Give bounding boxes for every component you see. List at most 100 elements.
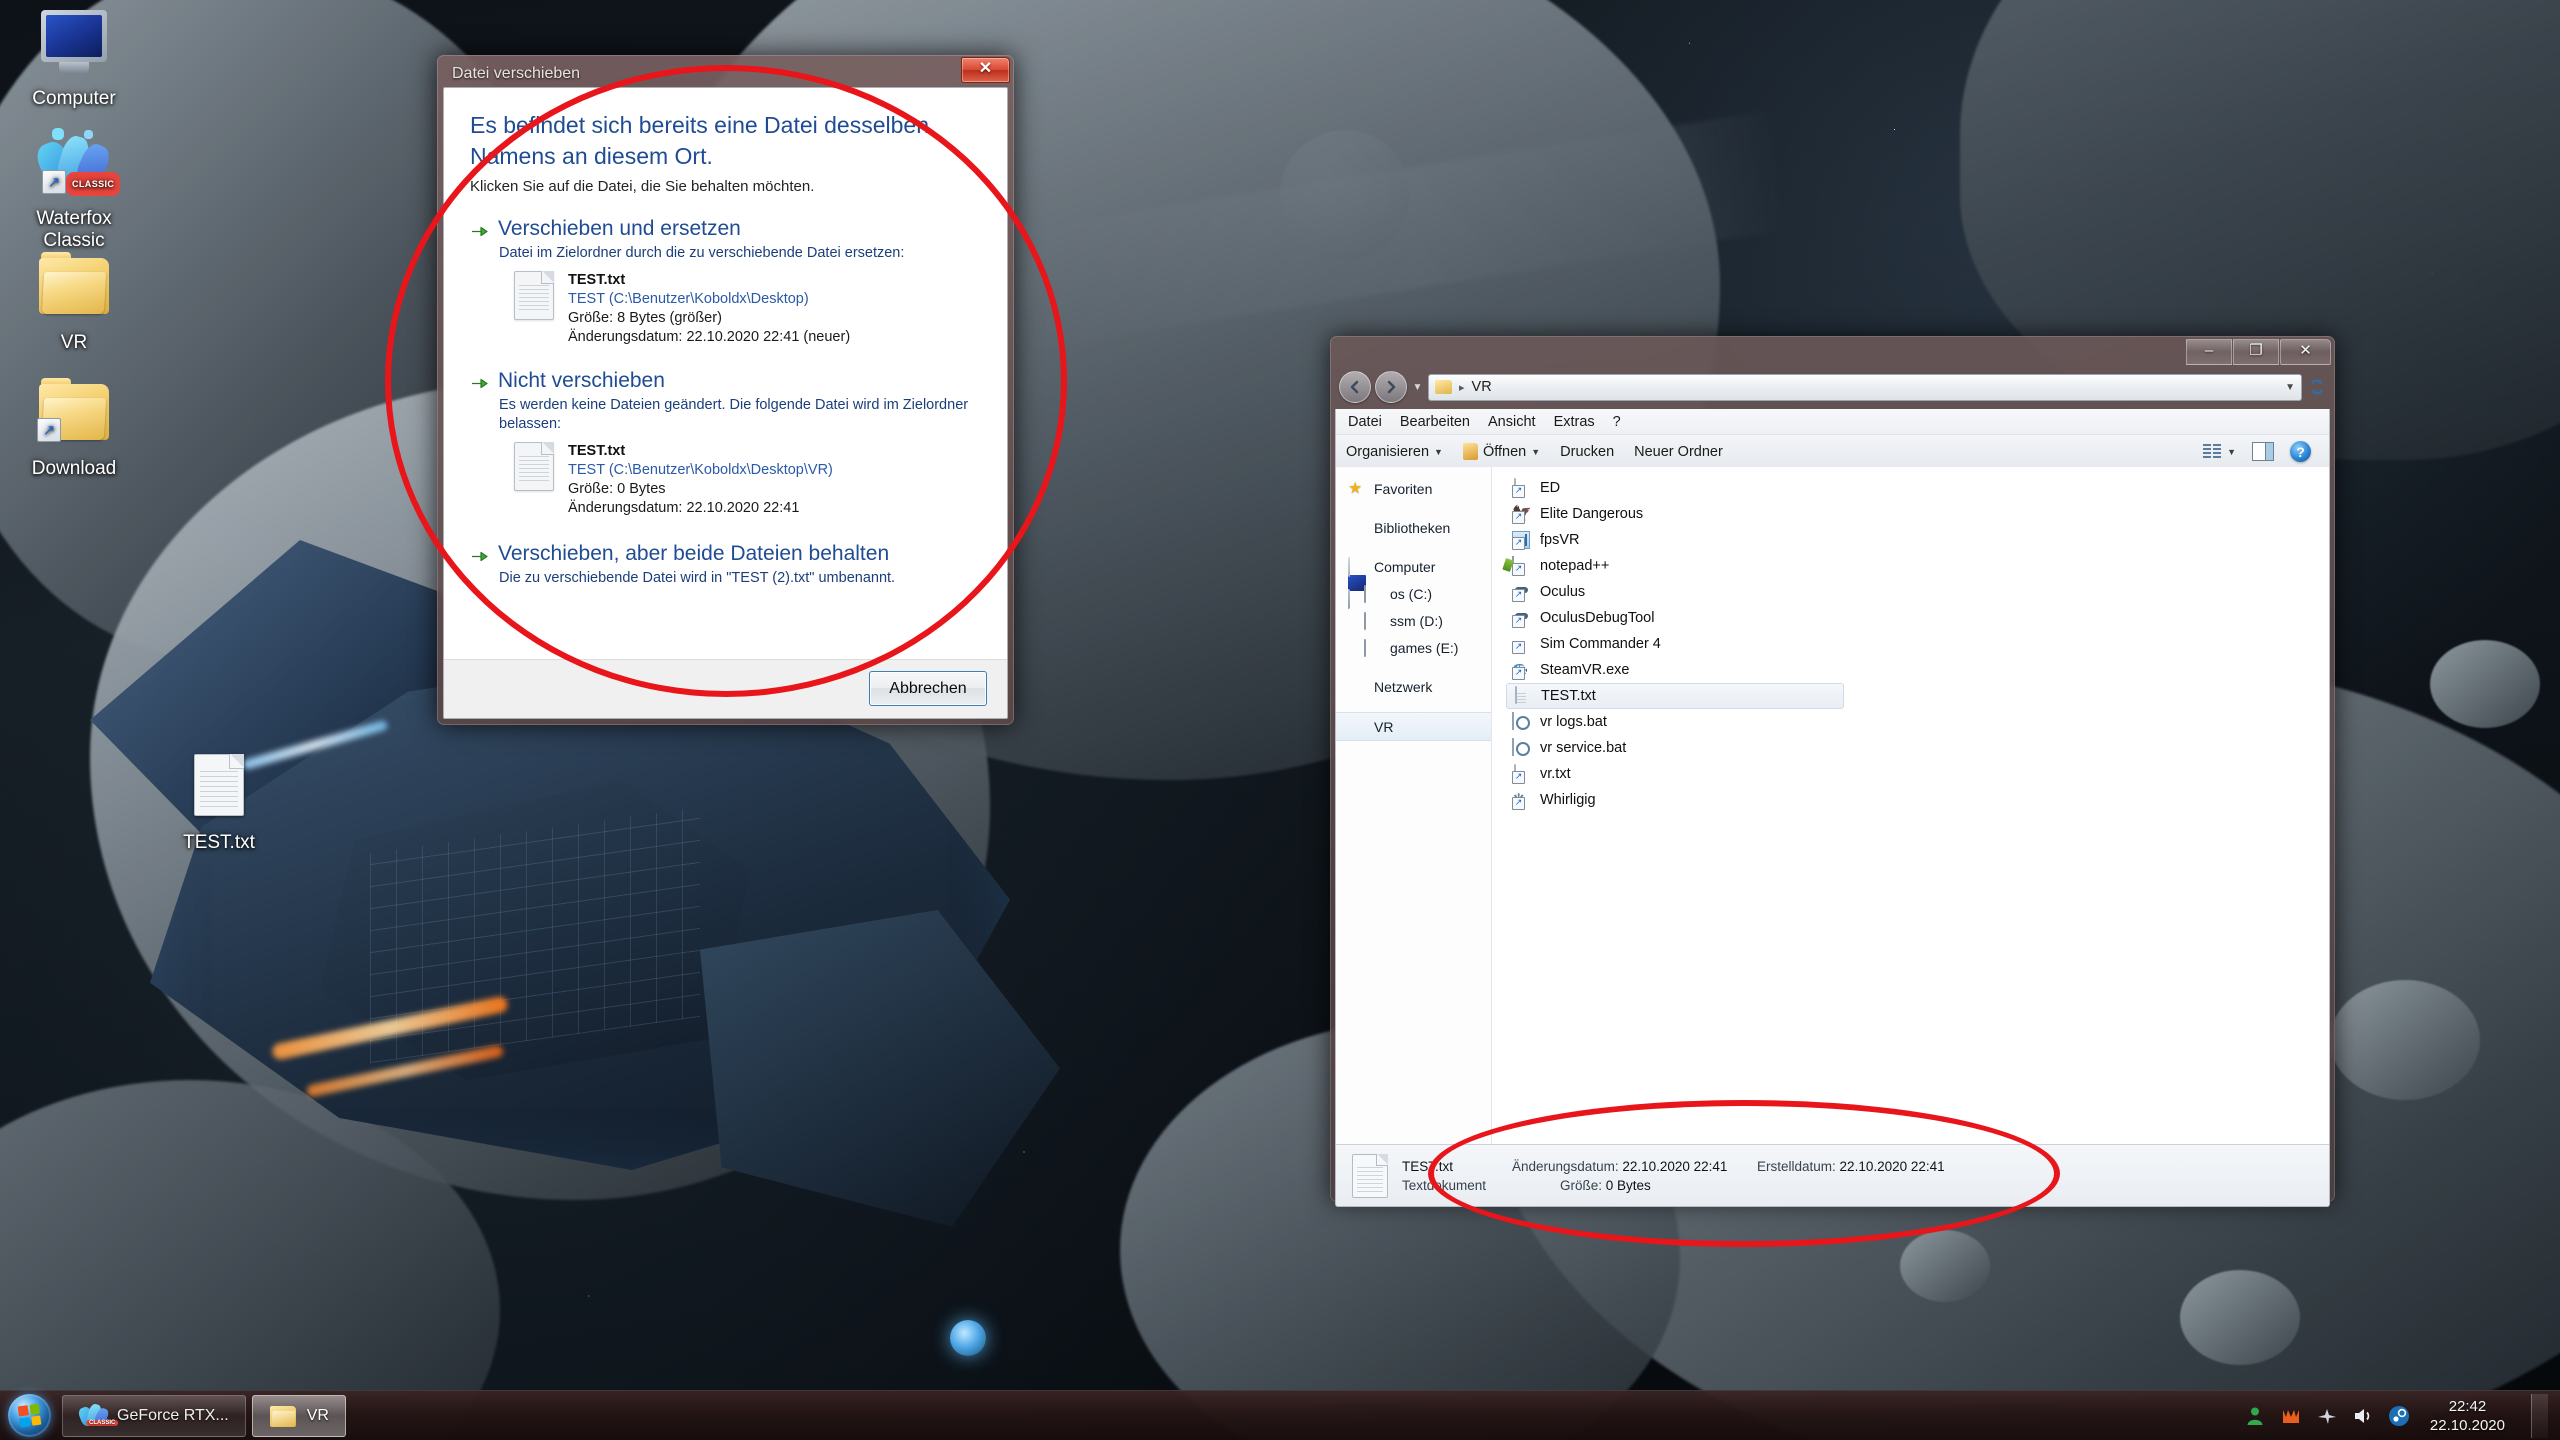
dialog-titlebar[interactable]: Datei verschieben ✕	[443, 61, 1008, 87]
preview-pane-icon[interactable]	[2252, 442, 2274, 461]
move-file-dialog[interactable]: Datei verschieben ✕ Es befindet sich ber…	[437, 55, 1014, 725]
nav-item-computer[interactable]: Computer	[1336, 553, 1491, 580]
nav-item-games-e[interactable]: games (E:)	[1336, 634, 1491, 661]
print-button[interactable]: Drucken	[1560, 444, 1614, 460]
option-do-not-move[interactable]: Nicht verschieben Es werden keine Dateie…	[470, 367, 981, 518]
taskbar-clock[interactable]: 22:42 22.10.2020	[2424, 1397, 2511, 1435]
volume-icon[interactable]	[2352, 1405, 2374, 1427]
option-title[interactable]: Verschieben und ersetzen	[498, 215, 741, 243]
file-name: vr logs.bat	[1540, 714, 1607, 730]
nav-item-ssm-d[interactable]: ssm (D:)	[1336, 607, 1491, 634]
explorer-titlebar[interactable]: – ❐ ✕	[1335, 341, 2330, 367]
close-icon[interactable]: ✕	[961, 57, 1010, 83]
navigation-pane[interactable]: ★ Favoriten Bibliotheken Computer os (C:…	[1336, 467, 1492, 1144]
address-field[interactable]: ▸ VR ▼	[1428, 374, 2302, 401]
organize-button[interactable]: Organisieren ▼	[1346, 444, 1443, 460]
nav-label: Netzwerk	[1374, 679, 1432, 695]
list-item[interactable]: ↗ OculusDebugTool	[1506, 605, 1842, 631]
taskbar-item-vr[interactable]: VR	[252, 1395, 346, 1437]
option-move-keep-both[interactable]: Verschieben, aber beide Dateien behalten…	[470, 540, 981, 588]
option-move-and-replace[interactable]: Verschieben und ersetzen Datei im Zielor…	[470, 215, 981, 347]
explorer-window[interactable]: – ❐ ✕ ▼ ▸ VR ▼ Datei	[1330, 336, 2335, 1202]
desktop-icon-waterfox-classic[interactable]: CLASSIC ↗ Waterfox Classic	[5, 128, 143, 252]
list-item[interactable]: ↗ fpsVR	[1506, 527, 1842, 553]
forward-button[interactable]	[1375, 371, 1407, 403]
nav-item-vr[interactable]: VR	[1336, 712, 1491, 741]
list-item[interactable]: ↗ notepad++	[1506, 553, 1842, 579]
library-icon	[1348, 520, 1366, 536]
start-button[interactable]	[2, 1393, 56, 1439]
back-button[interactable]	[1339, 371, 1371, 403]
fox-icon[interactable]	[2280, 1405, 2302, 1427]
whirligig-shortcut-icon: ❋↗	[1512, 791, 1531, 810]
breadcrumb-current[interactable]: VR	[1472, 379, 1492, 395]
desktop-icon-test-txt[interactable]: TEST.txt	[150, 752, 288, 854]
steam-icon[interactable]	[2388, 1405, 2410, 1427]
list-item[interactable]: 🦅↗ Elite Dangerous	[1506, 501, 1842, 527]
option-file-info: TEST.txt TEST (C:\Benutzer\Koboldx\Deskt…	[514, 442, 981, 518]
user-icon[interactable]	[2244, 1405, 2266, 1427]
nav-item-favoriten[interactable]: ★ Favoriten	[1336, 475, 1491, 502]
bird-shortcut-icon: 🦅↗	[1512, 505, 1531, 524]
chevron-down-icon: ▼	[1531, 447, 1540, 457]
explorer-menubar[interactable]: Datei Bearbeiten Ansicht Extras ?	[1336, 409, 2329, 434]
shortcut-arrow-icon: ↗	[42, 170, 66, 194]
list-item[interactable]: ↗ Sim Commander 4	[1506, 631, 1842, 657]
option-title[interactable]: Verschieben, aber beide Dateien behalten	[498, 540, 889, 568]
recent-locations-dropdown[interactable]: ▼	[1411, 382, 1424, 393]
file-name: fpsVR	[1540, 532, 1580, 548]
dialog-body: Es befindet sich bereits eine Datei dess…	[443, 87, 1008, 719]
maximize-button[interactable]: ❐	[2233, 339, 2279, 365]
system-tray[interactable]: 22:42 22.10.2020	[2244, 1394, 2560, 1438]
cancel-button[interactable]: Abbrechen	[869, 671, 987, 706]
nav-item-netzwerk[interactable]: Netzwerk	[1336, 673, 1491, 700]
list-item[interactable]: ↗ ED	[1506, 475, 1842, 501]
list-item[interactable]: VR↗ SteamVR.exe	[1506, 657, 1842, 683]
file-name: Elite Dangerous	[1540, 506, 1643, 522]
menu-datei[interactable]: Datei	[1348, 414, 1382, 430]
window-controls[interactable]: – ❐ ✕	[2186, 339, 2331, 365]
file-list[interactable]: ↗ ED 🦅↗ Elite Dangerous ↗ fpsVR ↗ notepa…	[1492, 467, 2329, 1144]
windows-logo-icon	[8, 1394, 51, 1437]
list-item[interactable]: vr logs.bat	[1506, 709, 1842, 735]
oculus-debug-shortcut-icon: ↗	[1512, 609, 1531, 628]
desktop-icon-vr-folder[interactable]: VR	[5, 252, 143, 354]
taskbar-item-geforce[interactable]: CLASSIC GeForce RTX...	[62, 1395, 246, 1437]
list-item[interactable]: ↗ vr.txt	[1506, 761, 1842, 787]
menu-extras[interactable]: Extras	[1554, 414, 1595, 430]
new-folder-label: Neuer Ordner	[1634, 444, 1723, 460]
option-title[interactable]: Nicht verschieben	[498, 367, 665, 395]
open-button[interactable]: Öffnen ▼	[1463, 443, 1540, 460]
explorer-address-bar[interactable]: ▼ ▸ VR ▼	[1335, 367, 2330, 409]
taskbar[interactable]: CLASSIC GeForce RTX... VR 22:42 22.10.20…	[0, 1390, 2560, 1440]
shortcut-doc-icon: ↗	[1512, 479, 1531, 498]
list-item[interactable]: TEST.txt	[1506, 683, 1844, 709]
menu-help[interactable]: ?	[1613, 414, 1621, 430]
desktop-icon-download-folder[interactable]: ↗ Download	[5, 378, 143, 480]
list-item[interactable]: ↗ Oculus	[1506, 579, 1842, 605]
nav-label: VR	[1374, 719, 1393, 735]
new-folder-button[interactable]: Neuer Ordner	[1634, 444, 1723, 460]
menu-ansicht[interactable]: Ansicht	[1488, 414, 1536, 430]
desktop-icon-computer[interactable]: Computer	[5, 8, 143, 110]
file-modified: Änderungsdatum: 22.10.2020 22:41	[568, 500, 799, 516]
chevron-down-icon[interactable]: ▼	[2285, 382, 2295, 393]
list-item[interactable]: vr service.bat	[1506, 735, 1842, 761]
close-button[interactable]: ✕	[2280, 339, 2331, 365]
dialog-subtitle: Klicken Sie auf die Datei, die Sie behal…	[470, 178, 981, 195]
minimize-button[interactable]: –	[2186, 339, 2232, 365]
option-description: Es werden keine Dateien geändert. Die fo…	[499, 396, 981, 434]
text-file-icon	[150, 752, 288, 828]
refresh-button[interactable]	[2306, 374, 2328, 400]
show-desktop-button[interactable]	[2531, 1394, 2548, 1438]
change-view-button[interactable]: ▼	[2203, 444, 2236, 460]
file-name: notepad++	[1540, 558, 1609, 574]
nav-item-bibliotheken[interactable]: Bibliotheken	[1336, 514, 1491, 541]
help-icon[interactable]: ?	[2290, 441, 2311, 462]
plane-icon[interactable]	[2316, 1405, 2338, 1427]
menu-bearbeiten[interactable]: Bearbeiten	[1400, 414, 1470, 430]
list-item[interactable]: ❋↗ Whirligig	[1506, 787, 1842, 813]
file-name: TEST.txt	[1541, 688, 1596, 704]
dialog-footer: Abbrechen	[444, 659, 1007, 718]
explorer-toolbar[interactable]: Organisieren ▼ Öffnen ▼ Drucken Neuer Or…	[1336, 434, 2329, 469]
